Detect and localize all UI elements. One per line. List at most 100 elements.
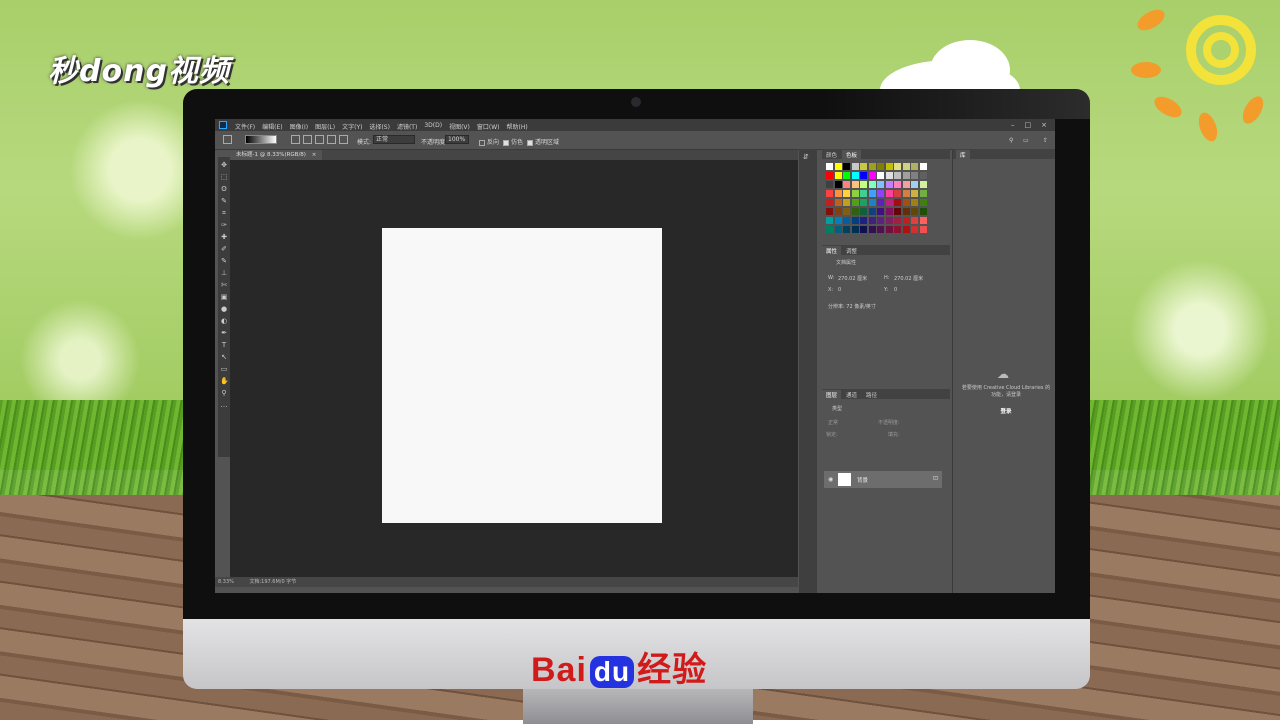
color-swatch[interactable] [877, 199, 884, 206]
color-swatch[interactable] [826, 172, 833, 179]
color-swatch[interactable] [860, 181, 867, 188]
tool-icon[interactable]: ◐ [220, 317, 228, 325]
color-swatch[interactable] [911, 199, 918, 206]
color-swatch[interactable] [877, 172, 884, 179]
color-swatch[interactable] [911, 217, 918, 224]
color-swatch[interactable] [868, 199, 876, 206]
color-swatch[interactable] [834, 208, 842, 215]
color-swatch[interactable] [919, 208, 927, 215]
menu-item[interactable]: 文件(F) [235, 122, 255, 131]
visibility-eye-icon[interactable]: ◉ [828, 476, 833, 483]
color-swatch[interactable] [911, 172, 918, 179]
tab-properties[interactable]: 属性 [822, 246, 842, 256]
color-swatch[interactable] [902, 181, 910, 188]
tool-icon[interactable]: ʘ [220, 185, 228, 193]
color-swatch[interactable] [860, 190, 867, 197]
color-swatch[interactable] [868, 208, 876, 215]
color-swatch[interactable] [894, 190, 901, 197]
tool-icon[interactable]: … [220, 401, 228, 409]
color-swatch[interactable] [851, 172, 859, 179]
color-swatch[interactable] [843, 181, 850, 188]
document-tab[interactable]: 未标题-1 @ 8.33%(RGB/8) × [230, 150, 323, 160]
tab-color[interactable]: 颜色 [822, 150, 841, 160]
tool-icon[interactable]: ✎ [220, 257, 228, 265]
color-swatch[interactable] [860, 208, 867, 215]
color-swatch[interactable] [834, 226, 842, 233]
reflected-gradient-icon[interactable] [327, 135, 336, 144]
color-swatch[interactable] [860, 172, 867, 179]
color-swatch[interactable] [894, 172, 901, 179]
maximize-button[interactable]: □ [1025, 121, 1032, 129]
doc-info[interactable]: 文档:197.6M/0 字节 [249, 579, 296, 585]
color-swatch[interactable] [877, 208, 884, 215]
tool-icon[interactable]: ⌗ [220, 209, 228, 217]
color-swatch[interactable] [919, 172, 927, 179]
tool-icon[interactable]: ✑ [220, 221, 228, 229]
tool-icon[interactable]: ↖ [220, 353, 228, 361]
height-value[interactable]: 270.02 厘米 [894, 275, 923, 282]
color-swatch[interactable] [919, 199, 927, 206]
color-swatch[interactable] [868, 226, 876, 233]
search-icon[interactable]: ⚲ [1009, 137, 1013, 144]
transparency-checkbox[interactable]: 透明区域 [527, 137, 559, 146]
color-swatch[interactable] [868, 181, 876, 188]
menu-item[interactable]: 文字(Y) [342, 122, 362, 131]
angle-gradient-icon[interactable] [315, 135, 324, 144]
color-swatch[interactable] [860, 217, 867, 224]
lock-icon[interactable]: ⊡ [933, 475, 938, 482]
reverse-check-icon[interactable] [479, 139, 485, 146]
color-swatch[interactable] [911, 181, 918, 188]
color-swatch[interactable] [919, 226, 927, 233]
reverse-checkbox[interactable]: 反向 [479, 137, 499, 146]
color-swatch[interactable] [834, 163, 842, 170]
color-swatch[interactable] [834, 181, 842, 188]
color-swatch[interactable] [894, 226, 901, 233]
layer-row-background[interactable]: ◉ 背景 ⊡ [824, 471, 942, 488]
color-swatch[interactable] [919, 181, 927, 188]
color-swatch[interactable] [826, 163, 833, 170]
color-swatch[interactable] [911, 208, 918, 215]
color-swatch[interactable] [902, 163, 910, 170]
tool-icon[interactable]: ▣ [220, 293, 228, 301]
color-swatch[interactable] [894, 163, 901, 170]
color-swatch[interactable] [911, 190, 918, 197]
color-swatch[interactable] [860, 199, 867, 206]
color-swatch[interactable] [919, 190, 927, 197]
color-swatch[interactable] [894, 217, 901, 224]
tab-swatches[interactable]: 色板 [842, 150, 862, 160]
color-swatch[interactable] [826, 190, 833, 197]
tool-icon[interactable]: ✐ [220, 245, 228, 253]
gradient-tool-icon[interactable] [223, 135, 232, 144]
color-swatch[interactable] [843, 163, 850, 170]
menu-item[interactable]: 编辑(E) [262, 122, 282, 131]
tool-icon[interactable]: T [220, 341, 228, 349]
tool-icon[interactable]: ✥ [220, 161, 228, 169]
color-swatch[interactable] [885, 199, 893, 206]
tool-icon[interactable]: ✋ [220, 377, 229, 385]
color-swatch[interactable] [851, 190, 859, 197]
color-swatch[interactable] [902, 217, 910, 224]
color-swatch[interactable] [911, 226, 918, 233]
color-swatch[interactable] [826, 226, 833, 233]
color-swatch[interactable] [834, 199, 842, 206]
color-swatch[interactable] [877, 163, 884, 170]
menu-item[interactable]: 帮助(H) [507, 122, 528, 131]
mode-select[interactable]: 正常 [373, 135, 415, 144]
color-swatch[interactable] [851, 199, 859, 206]
tab-paths[interactable]: 路径 [862, 390, 881, 400]
color-swatch[interactable] [851, 181, 859, 188]
blend-mode-select[interactable]: 正常 [828, 419, 838, 426]
color-swatch[interactable] [834, 217, 842, 224]
color-swatch[interactable] [902, 190, 910, 197]
width-value[interactable]: 270.02 厘米 [838, 275, 867, 282]
menu-item[interactable]: 选择(S) [369, 122, 390, 131]
diamond-gradient-icon[interactable] [339, 135, 348, 144]
color-swatch[interactable] [843, 190, 850, 197]
color-swatch[interactable] [860, 226, 867, 233]
color-swatch[interactable] [826, 199, 833, 206]
tool-icon[interactable]: ✎ [220, 197, 228, 205]
tool-icon[interactable]: ⚲ [220, 389, 228, 397]
transparency-check-icon[interactable] [527, 139, 533, 146]
dither-check-icon[interactable] [503, 139, 509, 146]
close-tab-icon[interactable]: × [312, 152, 317, 158]
